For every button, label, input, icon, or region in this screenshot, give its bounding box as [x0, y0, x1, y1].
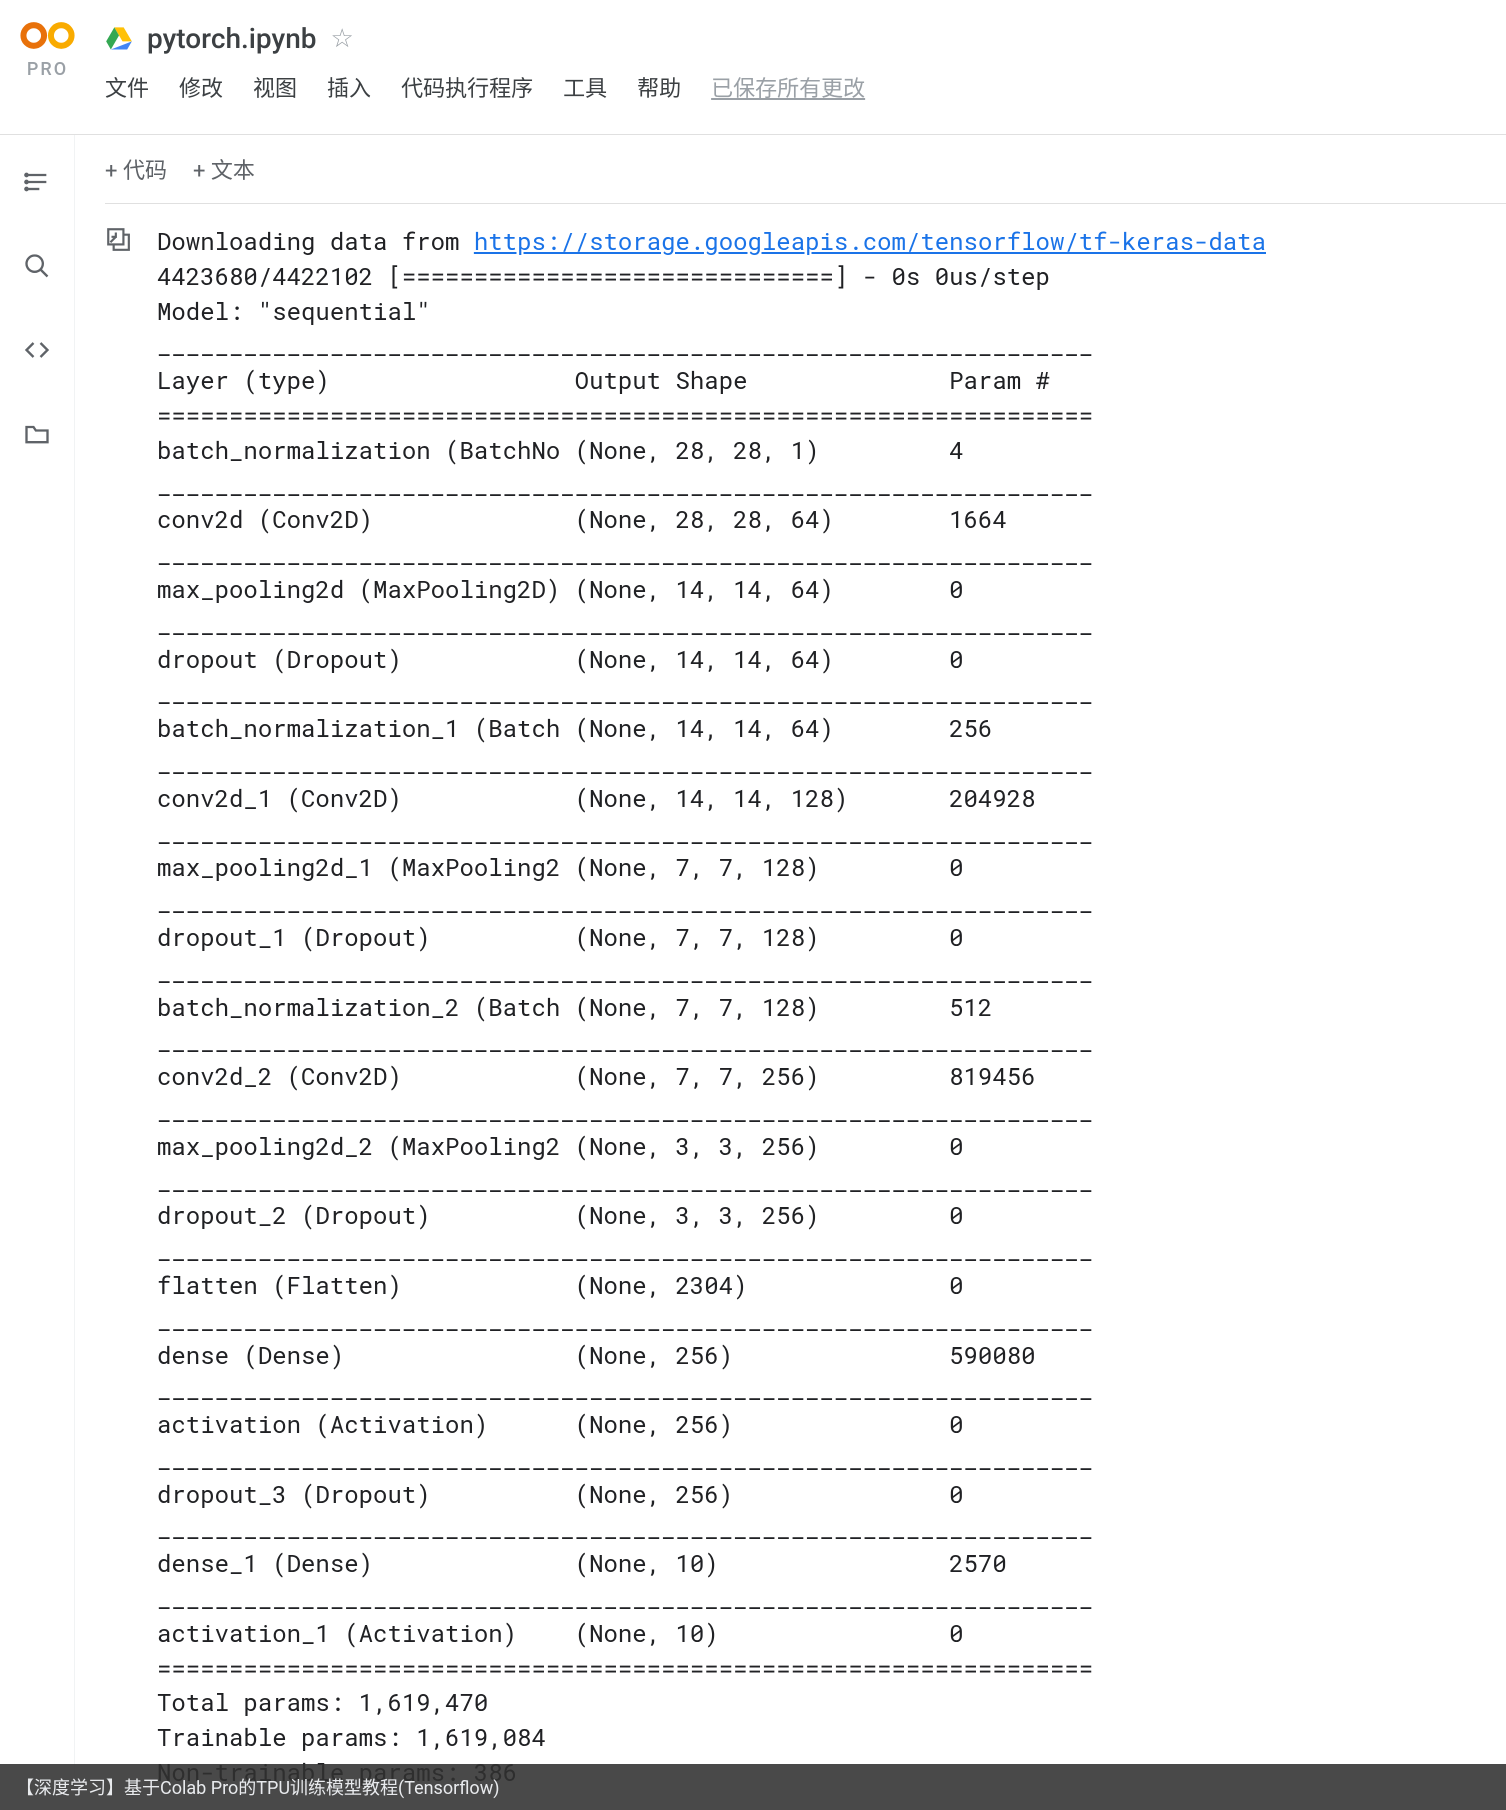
cell-output: Downloading data from https://storage.go…	[157, 224, 1506, 1790]
main-area: + 代码 + 文本 Downloading data from https://…	[0, 135, 1506, 1790]
search-icon[interactable]	[20, 249, 54, 283]
colab-logo-icon	[20, 18, 75, 53]
star-icon[interactable]: ☆	[331, 24, 354, 54]
menu-runtime[interactable]: 代码执行程序	[401, 71, 533, 103]
menu-view[interactable]: 视图	[253, 71, 297, 103]
left-sidebar	[0, 135, 75, 1790]
app-header: PRO pytorch.ipynb ☆ 文件 修改 视图 插入 代码执行程序 工…	[0, 0, 1506, 135]
menu-edit[interactable]: 修改	[179, 71, 223, 103]
cell-output-indicator-icon[interactable]	[105, 224, 139, 256]
menu-help[interactable]: 帮助	[637, 71, 681, 103]
title-menu-block: pytorch.ipynb ☆ 文件 修改 视图 插入 代码执行程序 工具 帮助…	[105, 10, 1486, 103]
pro-badge: PRO	[27, 59, 68, 80]
menu-insert[interactable]: 插入	[327, 71, 371, 103]
add-code-button[interactable]: + 代码	[105, 153, 167, 185]
google-drive-icon	[105, 25, 133, 53]
document-title[interactable]: pytorch.ipynb	[147, 22, 317, 55]
code-snippets-icon[interactable]	[20, 333, 54, 367]
menu-tools[interactable]: 工具	[563, 71, 607, 103]
title-row: pytorch.ipynb ☆	[105, 10, 1486, 55]
notebook-content: + 代码 + 文本 Downloading data from https://…	[75, 135, 1506, 1790]
download-url-link[interactable]: https://storage.googleapis.com/tensorflo…	[474, 225, 1266, 257]
colab-logo-block: PRO	[20, 10, 75, 80]
output-cell: Downloading data from https://storage.go…	[105, 203, 1506, 1790]
toc-icon[interactable]	[20, 165, 54, 199]
save-status[interactable]: 已保存所有更改	[711, 71, 865, 103]
menu-bar: 文件 修改 视图 插入 代码执行程序 工具 帮助 已保存所有更改	[105, 71, 1486, 103]
add-text-button[interactable]: + 文本	[193, 153, 255, 185]
menu-file[interactable]: 文件	[105, 71, 149, 103]
insert-row: + 代码 + 文本	[105, 153, 1506, 185]
files-icon[interactable]	[20, 417, 54, 451]
footer-bar: 【深度学习】基于Colab Pro的TPU训练模型教程(Tensorflow)	[0, 1764, 1506, 1810]
footer-caption: 【深度学习】基于Colab Pro的TPU训练模型教程(Tensorflow)	[16, 1774, 500, 1800]
